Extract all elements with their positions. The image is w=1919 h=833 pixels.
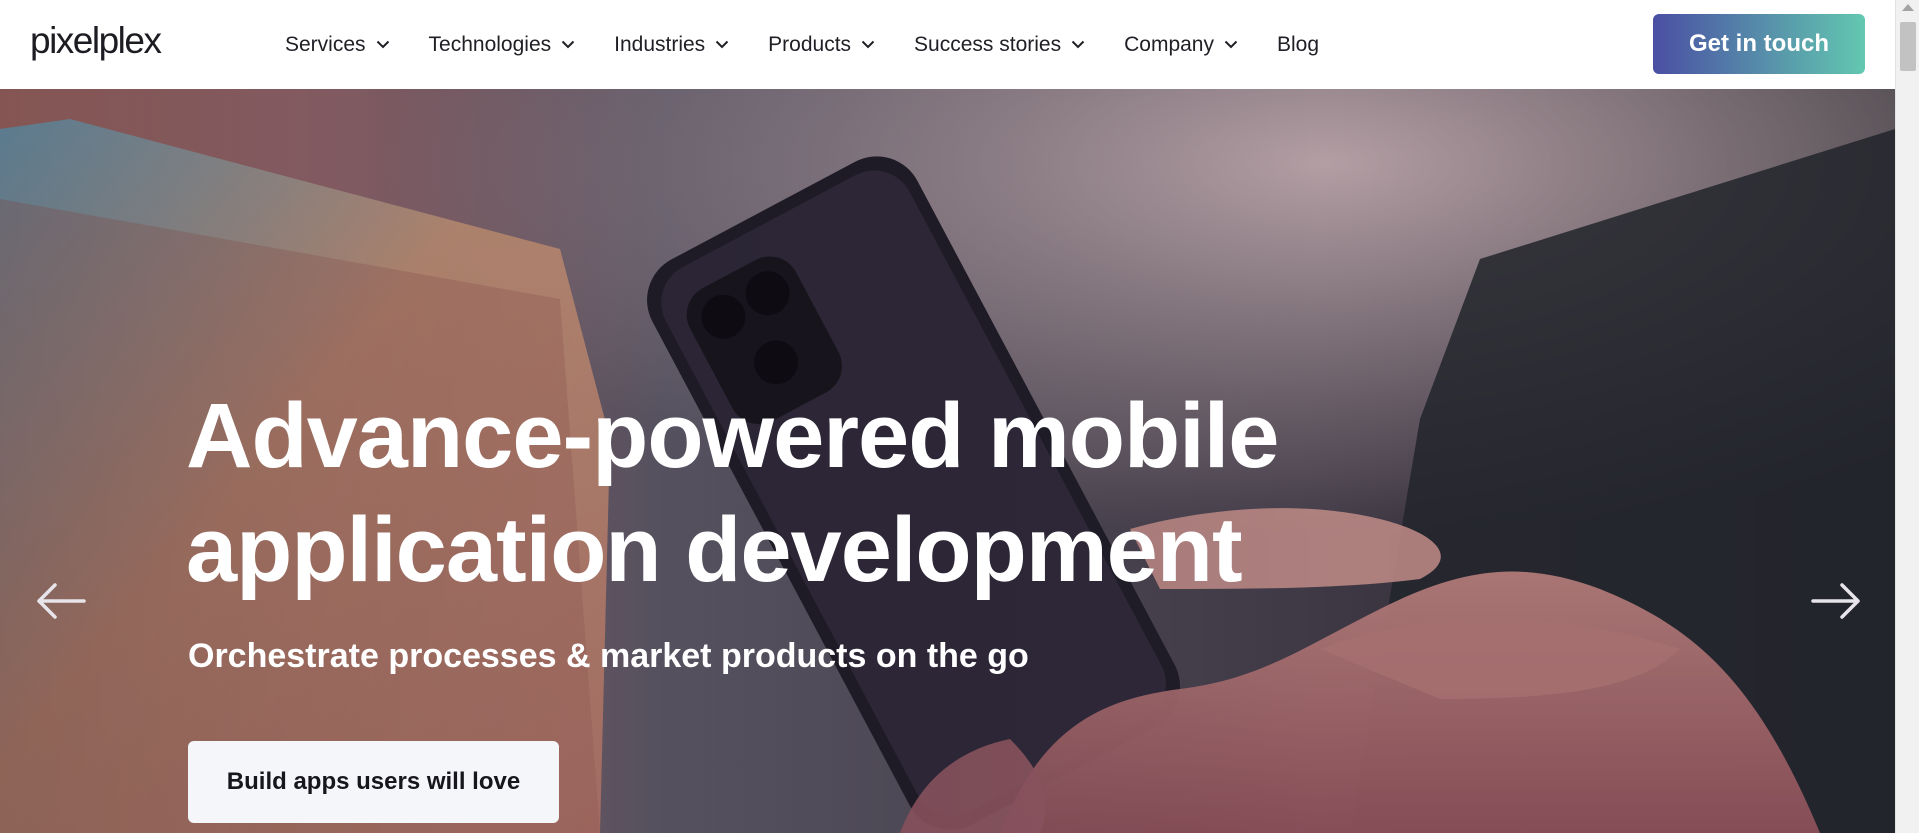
nav-item-label: Blog: [1277, 32, 1320, 56]
chevron-down-icon: [561, 40, 575, 49]
scroll-up-arrow-icon[interactable]: [1902, 4, 1914, 11]
nav-item-technologies[interactable]: Technologies: [429, 33, 576, 57]
nav-item-services[interactable]: Services: [285, 33, 390, 57]
hero-subtitle: Orchestrate processes & market products …: [188, 637, 1029, 675]
nav-item-industries[interactable]: Industries: [614, 33, 729, 57]
chevron-down-icon: [715, 40, 729, 49]
logo[interactable]: pixelplex: [30, 20, 162, 62]
scrollbar-thumb[interactable]: [1900, 22, 1916, 71]
chevron-down-icon: [376, 40, 390, 49]
hero-title-line-1: Advance-powered mobile: [186, 385, 1279, 487]
nav-item-success-stories[interactable]: Success stories: [914, 33, 1085, 57]
site-header: pixelplex Services Technologies Industri…: [0, 0, 1895, 89]
chevron-down-icon: [861, 40, 875, 49]
arrow-left-icon[interactable]: [33, 581, 89, 621]
nav-item-label: Success stories: [914, 32, 1062, 56]
nav-item-company[interactable]: Company: [1124, 33, 1238, 57]
nav-item-label: Company: [1124, 32, 1214, 56]
arrow-right-icon[interactable]: [1808, 581, 1864, 621]
nav-item-label: Industries: [614, 32, 706, 56]
build-apps-button[interactable]: Build apps users will love: [188, 741, 559, 823]
nav-item-label: Technologies: [428, 32, 552, 56]
hero-title: Advance-powered mobile application devel…: [186, 379, 1386, 607]
page-scrollbar[interactable]: [1895, 0, 1919, 833]
chevron-down-icon: [1071, 40, 1085, 49]
nav-item-label: Products: [768, 32, 852, 56]
nav-item-products[interactable]: Products: [768, 33, 875, 57]
hero-title-line-2: application development: [186, 499, 1243, 601]
hero-banner: Advance-powered mobile application devel…: [0, 89, 1895, 833]
chevron-down-icon: [1224, 40, 1238, 49]
main-nav: Services Technologies Industries Product…: [285, 0, 1358, 89]
get-in-touch-button[interactable]: Get in touch: [1653, 14, 1865, 74]
nav-item-label: Services: [285, 32, 366, 56]
nav-item-blog[interactable]: Blog: [1277, 33, 1319, 57]
